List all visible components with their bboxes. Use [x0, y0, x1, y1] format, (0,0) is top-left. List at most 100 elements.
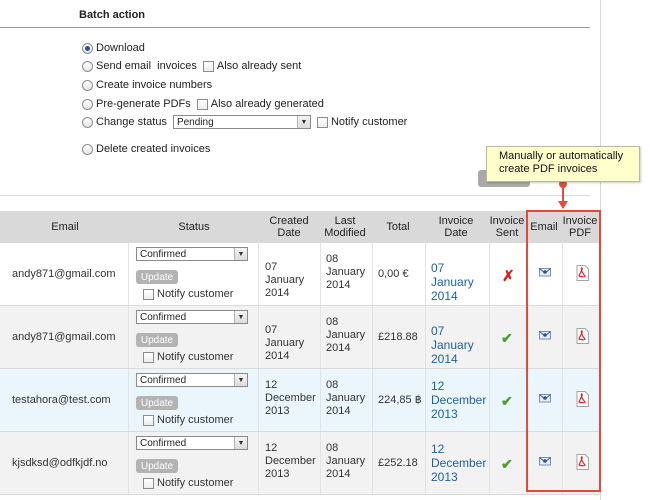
- chevron-down-icon: ▼: [234, 437, 247, 449]
- update-button[interactable]: Update: [136, 459, 178, 473]
- row-total: 0,00 €: [378, 268, 409, 280]
- header-invoice-date: Invoice Date: [438, 215, 474, 239]
- column-divider: [320, 243, 321, 305]
- row-email: kjsdksd@odfkjdf.no: [12, 457, 108, 469]
- column-divider: [320, 306, 321, 368]
- also-already-generated-checkbox[interactable]: [196, 98, 208, 110]
- row-invoice-date-link[interactable]: 07 January 2014: [431, 324, 489, 366]
- option-change-status[interactable]: Change status Pending ▼ Notify customer: [82, 114, 407, 130]
- row-modified-date: 08 January 2014: [326, 442, 366, 480]
- row-invoice-date-link[interactable]: 07 January 2014: [431, 261, 489, 303]
- table-row: testahora@test.com Confirmed ▼ Update No…: [0, 369, 600, 432]
- highlight-box: [526, 210, 601, 492]
- row-email: andy871@gmail.com: [12, 268, 116, 280]
- notify-customer-option[interactable]: Notify customer: [143, 288, 233, 300]
- notify-customer-option[interactable]: Notify customer: [143, 477, 233, 489]
- notify-customer-checkbox[interactable]: [143, 414, 154, 426]
- option-create-numbers[interactable]: Create invoice numbers: [82, 77, 212, 93]
- column-divider: [128, 306, 129, 368]
- column-divider: [489, 306, 490, 368]
- chevron-down-icon: ▼: [296, 116, 310, 128]
- option-pregenerate-label: Pre-generate PDFs: [96, 98, 191, 110]
- radio-download[interactable]: [82, 42, 93, 54]
- row-total: £252.18: [378, 457, 418, 469]
- row-created-date: 07 January 2014: [265, 324, 305, 362]
- option-create-numbers-label: Create invoice numbers: [96, 79, 213, 91]
- column-divider: [425, 432, 426, 494]
- update-button[interactable]: Update: [136, 270, 178, 284]
- also-already-sent-label: Also already sent: [216, 60, 302, 72]
- notify-customer-checkbox[interactable]: [143, 288, 154, 300]
- radio-delete[interactable]: [82, 143, 93, 155]
- notify-customer-label: Notify customer: [157, 414, 234, 426]
- row-status-value: Confirmed: [140, 374, 187, 386]
- option-pregenerate[interactable]: Pre-generate PDFs Also already generated: [82, 96, 324, 112]
- status-select[interactable]: Pending ▼: [172, 115, 311, 129]
- option-download-label: Download: [96, 42, 145, 54]
- column-divider: [489, 432, 490, 494]
- table-row: kjsdksd@odfkjdf.no Confirmed ▼ Update No…: [0, 432, 600, 495]
- row-email: testahora@test.com: [12, 394, 111, 406]
- option-delete-label: Delete created invoices: [96, 143, 211, 155]
- column-divider: [372, 432, 373, 494]
- row-status-select[interactable]: Confirmed ▼: [136, 436, 248, 450]
- row-status-value: Confirmed: [140, 248, 187, 260]
- table-header: Email Status Created Date Last Modified …: [0, 211, 600, 243]
- notify-customer-option[interactable]: Notify customer: [143, 414, 233, 426]
- column-divider: [372, 369, 373, 431]
- row-total: £218.88: [378, 331, 418, 343]
- not-sent-icon: ✗: [502, 268, 515, 285]
- update-button[interactable]: Update: [136, 396, 178, 410]
- row-created-date: 12 December 2013: [265, 442, 316, 480]
- option-send-email[interactable]: Send email invoices Also already sent: [82, 58, 301, 74]
- radio-change-status[interactable]: [82, 116, 93, 128]
- row-status-value: Confirmed: [140, 437, 187, 449]
- row-email: andy871@gmail.com: [12, 331, 116, 343]
- header-email: Email: [51, 221, 79, 233]
- status-select-value: Pending: [176, 116, 214, 128]
- notify-customer-label: Notify customer: [157, 477, 234, 489]
- row-modified-date: 08 January 2014: [326, 253, 366, 291]
- column-divider: [128, 243, 129, 305]
- option-download[interactable]: Download: [82, 40, 145, 56]
- row-status-select[interactable]: Confirmed ▼: [136, 247, 248, 261]
- column-divider: [372, 306, 373, 368]
- radio-pregenerate[interactable]: [82, 98, 93, 110]
- arrow-down-icon: [558, 201, 568, 209]
- row-total: 224,85 ฿: [378, 394, 422, 406]
- notify-customer-label: Notify customer: [157, 351, 234, 363]
- column-divider: [489, 243, 490, 305]
- header-status: Status: [178, 221, 210, 233]
- notify-customer-label: Notify customer: [330, 116, 408, 128]
- update-button[interactable]: Update: [136, 333, 178, 347]
- table-row: andy871@gmail.com Confirmed ▼ Update Not…: [0, 243, 600, 306]
- callout-tooltip: Manually or automatically create PDF inv…: [486, 146, 640, 182]
- also-already-sent-checkbox[interactable]: [202, 60, 214, 72]
- notify-customer-option[interactable]: Notify customer: [143, 351, 233, 363]
- notify-customer-checkbox[interactable]: [143, 477, 154, 489]
- chevron-down-icon: ▼: [234, 311, 247, 323]
- notify-customer-label: Notify customer: [157, 288, 234, 300]
- row-invoice-date-link[interactable]: 12 December 2013: [431, 379, 487, 421]
- callout-line1: Manually or automatically: [499, 150, 624, 162]
- row-status-select[interactable]: Confirmed ▼: [136, 310, 248, 324]
- radio-send-email[interactable]: [82, 60, 93, 72]
- row-status-value: Confirmed: [140, 311, 187, 323]
- row-status-select[interactable]: Confirmed ▼: [136, 373, 248, 387]
- notify-customer-checkbox[interactable]: [143, 351, 154, 363]
- column-divider: [425, 306, 426, 368]
- column-divider: [128, 432, 129, 494]
- radio-create-numbers[interactable]: [82, 79, 93, 91]
- row-invoice-date-link[interactable]: 12 December 2013: [431, 442, 487, 484]
- check-icon: ✔: [501, 393, 513, 409]
- also-already-generated-label: Also already generated: [210, 98, 324, 110]
- option-delete[interactable]: Delete created invoices: [82, 141, 210, 157]
- header-invoice-sent: Invoice Sent: [489, 215, 525, 239]
- notify-customer-checkbox[interactable]: [316, 116, 328, 128]
- row-modified-date: 08 January 2014: [326, 379, 366, 417]
- header-total: Total: [386, 221, 410, 233]
- chevron-down-icon: ▼: [234, 374, 247, 386]
- column-divider: [258, 432, 259, 494]
- row-created-date: 07 January 2014: [265, 261, 305, 299]
- row-created-date: 12 December 2013: [265, 379, 316, 417]
